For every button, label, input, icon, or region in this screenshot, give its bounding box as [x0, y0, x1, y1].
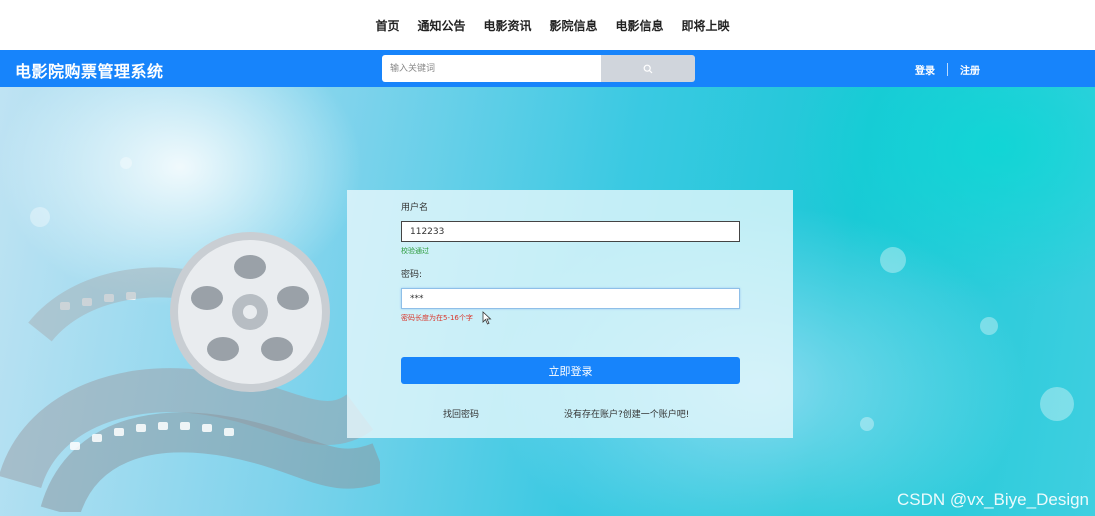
username-label: 用户名 — [401, 203, 429, 213]
bokeh-light — [860, 417, 874, 431]
bokeh-light — [980, 317, 998, 335]
password-field[interactable] — [401, 288, 740, 309]
site-title: 电影院购票管理系统 — [15, 62, 164, 81]
register-link[interactable]: 注册 — [960, 62, 980, 77]
nav-item-coming-soon[interactable]: 即将上映 — [682, 17, 730, 34]
search-box — [382, 55, 695, 82]
watermark: CSDN @vx_Biye_Design — [896, 490, 1089, 509]
create-account-link[interactable]: 没有存在账户?创建一个账户吧! — [564, 407, 689, 420]
nav-item-movie-news[interactable]: 电影资讯 — [483, 17, 531, 34]
film-reel-illustration — [0, 232, 380, 512]
header-bar: 电影院购票管理系统 登录 注册 — [0, 50, 1095, 87]
auth-divider — [947, 63, 948, 76]
bokeh-light — [120, 157, 132, 169]
login-button[interactable]: 立即登录 — [401, 357, 740, 384]
bokeh-light — [880, 247, 906, 273]
login-link[interactable]: 登录 — [915, 62, 935, 77]
bokeh-light — [1040, 387, 1074, 421]
nav-item-notice[interactable]: 通知公告 — [417, 17, 465, 34]
mouse-cursor-icon — [482, 311, 492, 325]
nav-item-movie-info[interactable]: 电影信息 — [616, 17, 664, 34]
password-label: 密码: — [401, 270, 423, 280]
search-button[interactable] — [601, 55, 695, 82]
top-navigation: 首页 通知公告 电影资讯 影院信息 电影信息 即将上映 — [0, 0, 1095, 50]
search-icon — [643, 64, 653, 73]
search-input[interactable] — [382, 55, 601, 82]
password-hint: 密码长度为在5-16个字 — [401, 314, 473, 322]
username-hint: 校验通过 — [401, 247, 429, 255]
username-field[interactable] — [401, 221, 740, 242]
nav-item-home[interactable]: 首页 — [375, 17, 399, 34]
auth-links: 登录 注册 — [915, 62, 980, 77]
nav-item-cinema-info[interactable]: 影院信息 — [550, 17, 598, 34]
login-panel: 用户名 校验通过 密码: 密码长度为在5-16个字 立即登录 找回密码 没有存在… — [347, 190, 793, 438]
forgot-password-link[interactable]: 找回密码 — [443, 407, 479, 420]
